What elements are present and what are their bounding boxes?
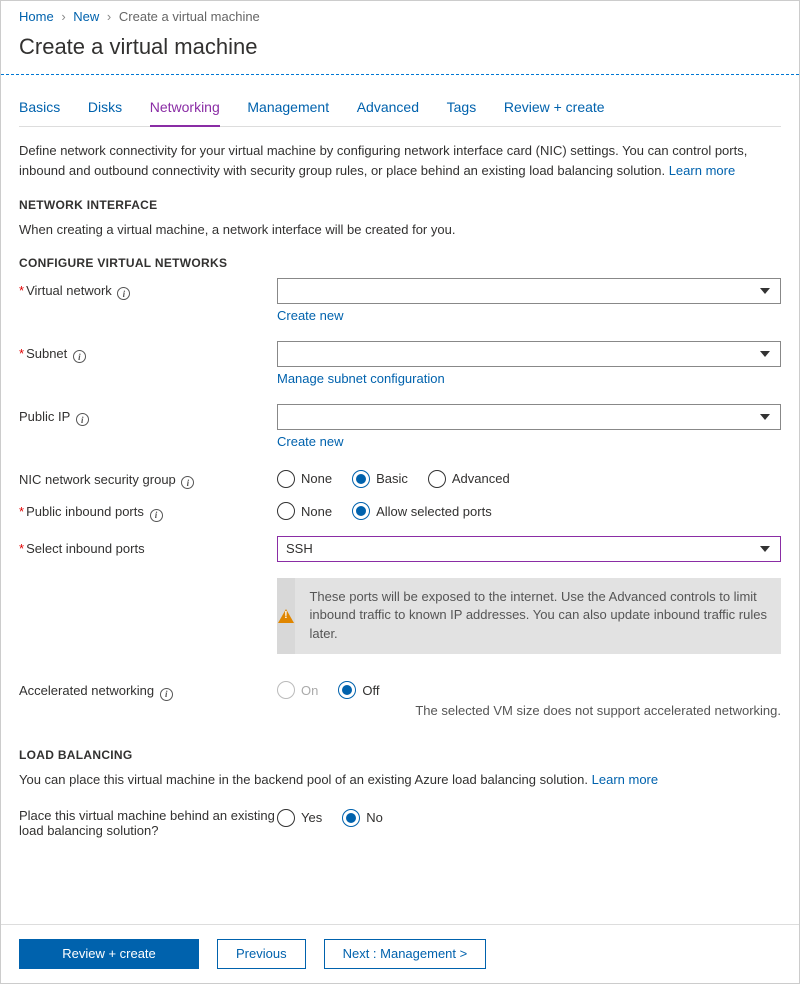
radio-lb-yes[interactable]: Yes <box>277 809 322 827</box>
warning-box: These ports will be exposed to the inter… <box>277 578 781 655</box>
label-nsg: NIC network security group i <box>19 467 277 490</box>
label-virtual-network: *Virtual network i <box>19 278 277 301</box>
lb-learn-more-link[interactable]: Learn more <box>592 772 658 787</box>
manage-subnet-link[interactable]: Manage subnet configuration <box>277 371 445 386</box>
accel-note: The selected VM size does not support ac… <box>277 703 781 718</box>
label-select-ports: *Select inbound ports <box>19 536 277 556</box>
virtual-network-dropdown[interactable] <box>277 278 781 304</box>
tab-advanced[interactable]: Advanced <box>357 91 419 125</box>
breadcrumb: Home › New › Create a virtual machine <box>1 1 799 30</box>
breadcrumb-new[interactable]: New <box>73 9 99 24</box>
tab-networking[interactable]: Networking <box>150 91 220 127</box>
label-accelerated-networking: Accelerated networking i <box>19 678 277 701</box>
breadcrumb-current: Create a virtual machine <box>119 9 260 24</box>
tabs: Basics Disks Networking Management Advan… <box>19 91 781 127</box>
create-new-vnet-link[interactable]: Create new <box>277 308 343 323</box>
section-network-interface: NETWORK INTERFACE <box>19 198 781 212</box>
radio-inbound-allow[interactable]: Allow selected ports <box>352 502 492 520</box>
radio-accel-off[interactable]: Off <box>338 681 379 699</box>
next-button[interactable]: Next : Management > <box>324 939 487 969</box>
radio-accel-on: On <box>277 681 318 699</box>
public-ip-dropdown[interactable] <box>277 404 781 430</box>
info-icon[interactable]: i <box>160 688 173 701</box>
select-ports-dropdown[interactable]: SSH <box>277 536 781 562</box>
tab-disks[interactable]: Disks <box>88 91 122 125</box>
tab-management[interactable]: Management <box>247 91 329 125</box>
page-title: Create a virtual machine <box>1 30 799 74</box>
divider-dashed <box>1 74 799 75</box>
create-new-ip-link[interactable]: Create new <box>277 434 343 449</box>
info-icon[interactable]: i <box>181 476 194 489</box>
learn-more-link[interactable]: Learn more <box>669 163 735 178</box>
breadcrumb-home[interactable]: Home <box>19 9 54 24</box>
radio-nsg-basic[interactable]: Basic <box>352 470 408 488</box>
label-place-behind-lb: Place this virtual machine behind an exi… <box>19 806 277 838</box>
chevron-right-icon: › <box>107 9 111 24</box>
warning-text: These ports will be exposed to the inter… <box>295 578 781 655</box>
radio-lb-no[interactable]: No <box>342 809 383 827</box>
tab-tags[interactable]: Tags <box>447 91 477 125</box>
network-interface-desc: When creating a virtual machine, a netwo… <box>19 220 781 240</box>
radio-nsg-advanced[interactable]: Advanced <box>428 470 510 488</box>
radio-inbound-none[interactable]: None <box>277 502 332 520</box>
radio-nsg-none[interactable]: None <box>277 470 332 488</box>
label-inbound-ports: *Public inbound ports i <box>19 499 277 522</box>
load-balancing-desc: You can place this virtual machine in th… <box>19 770 781 790</box>
review-create-button[interactable]: Review + create <box>19 939 199 969</box>
label-subnet: *Subnet i <box>19 341 277 364</box>
info-icon[interactable]: i <box>150 509 163 522</box>
previous-button[interactable]: Previous <box>217 939 306 969</box>
warning-icon <box>278 609 294 623</box>
section-configure-networks: CONFIGURE VIRTUAL NETWORKS <box>19 256 781 270</box>
info-icon[interactable]: i <box>117 287 130 300</box>
label-public-ip: Public IP i <box>19 404 277 427</box>
footer-actions: Review + create Previous Next : Manageme… <box>1 924 799 983</box>
info-icon[interactable]: i <box>73 350 86 363</box>
subnet-dropdown[interactable] <box>277 341 781 367</box>
intro-text: Define network connectivity for your vir… <box>19 141 781 180</box>
tab-review[interactable]: Review + create <box>504 91 605 125</box>
chevron-right-icon: › <box>61 9 65 24</box>
section-load-balancing: LOAD BALANCING <box>19 748 781 762</box>
info-icon[interactable]: i <box>76 413 89 426</box>
tab-basics[interactable]: Basics <box>19 91 60 125</box>
